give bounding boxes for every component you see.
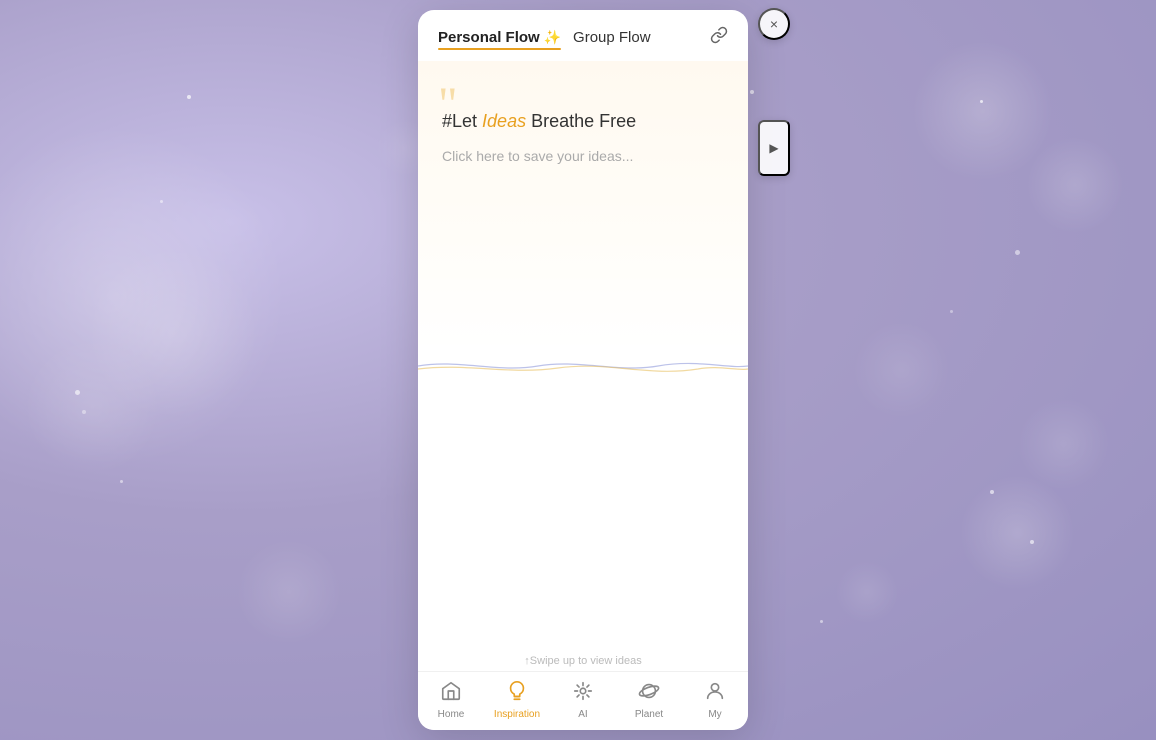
expand-button[interactable]: ▶ (758, 120, 790, 176)
star-dot (160, 200, 163, 203)
close-button[interactable]: × (758, 8, 790, 40)
tab-group-flow[interactable]: Group Flow (573, 27, 651, 48)
nav-item-ai[interactable]: AI (558, 680, 608, 720)
wave-divider (418, 351, 748, 381)
quote-mark: " (438, 81, 458, 129)
modal-container: Personal Flow ✨ Group Flow " #Let Ideas … (418, 10, 748, 730)
nav-label-ai: AI (578, 709, 587, 720)
nav-item-planet[interactable]: Planet (624, 680, 674, 720)
modal-wrapper: × ▶ Personal Flow ✨ Group Flow " (418, 10, 748, 730)
star-dot (75, 390, 80, 395)
star-dot (980, 100, 983, 103)
my-icon (704, 680, 726, 706)
headline: #Let Ideas Breathe Free (442, 111, 724, 132)
nav-item-my[interactable]: My (690, 680, 740, 720)
star-dot (1030, 540, 1034, 544)
subtext[interactable]: Click here to save your ideas... (442, 148, 724, 164)
tab-personal-flow[interactable]: Personal Flow ✨ (438, 27, 561, 48)
star-dot (187, 95, 191, 99)
upper-section[interactable]: " #Let Ideas Breathe Free Click here to … (418, 61, 748, 351)
nav-item-home[interactable]: Home (426, 680, 476, 720)
star-dot (1015, 250, 1020, 255)
modal-content: " #Let Ideas Breathe Free Click here to … (418, 61, 748, 671)
planet-icon (638, 680, 660, 706)
nav-label-home: Home (438, 709, 465, 720)
nav-label-planet: Planet (635, 709, 663, 720)
ai-icon (572, 680, 594, 706)
bottom-nav: Home Inspiration (418, 671, 748, 730)
home-icon (440, 680, 462, 706)
nav-item-inspiration[interactable]: Inspiration (492, 680, 542, 720)
star-dot (750, 90, 754, 94)
nav-label-inspiration: Inspiration (494, 709, 540, 720)
lower-section (418, 381, 748, 647)
star-dot (82, 410, 86, 414)
link-icon[interactable] (710, 26, 728, 49)
star-dot (820, 620, 823, 623)
modal-header: Personal Flow ✨ Group Flow (418, 10, 748, 61)
swipe-hint: ↑Swipe up to view ideas (418, 647, 748, 671)
inspiration-icon (506, 680, 528, 706)
star-dot (990, 490, 994, 494)
star-dot (120, 480, 123, 483)
nav-label-my: My (708, 709, 721, 720)
star-dot (950, 310, 953, 313)
